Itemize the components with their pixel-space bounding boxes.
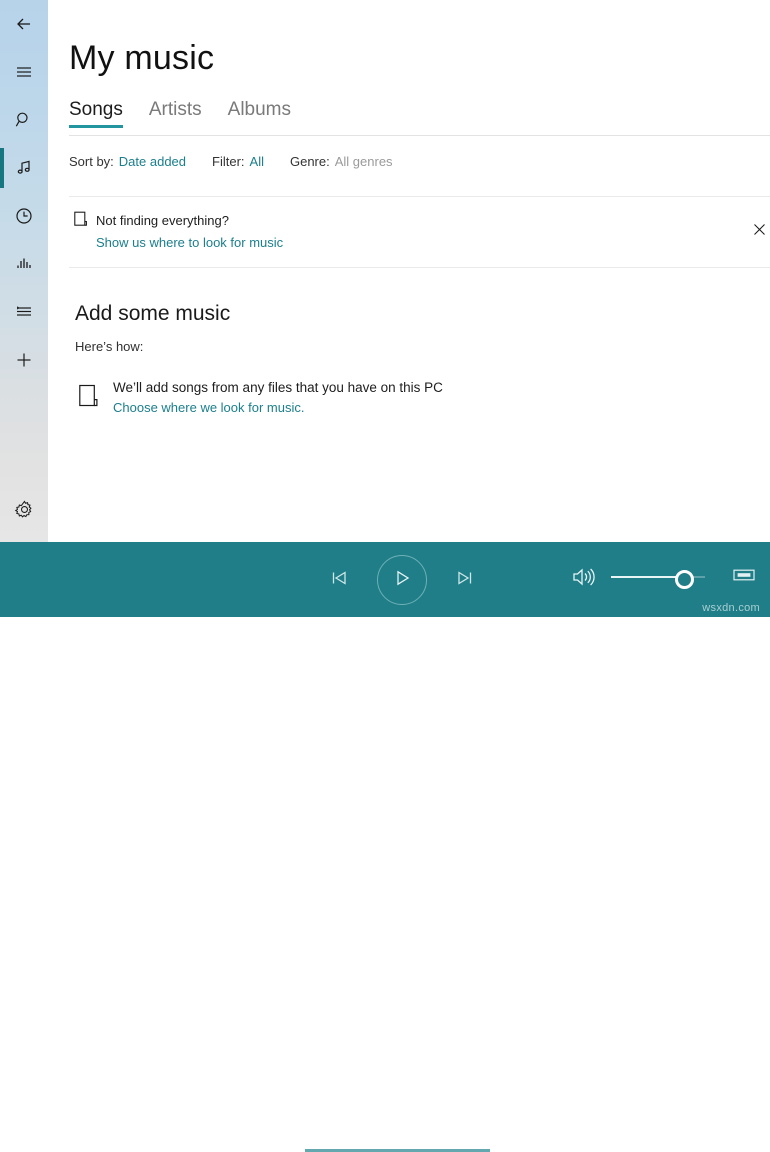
choose-folder-link[interactable]: Choose where we look for music. bbox=[113, 400, 304, 415]
not-finding-everything-banner: Not finding everything? Show us where to… bbox=[69, 206, 770, 264]
tab-albums[interactable]: Albums bbox=[228, 100, 291, 128]
previous-button[interactable] bbox=[328, 567, 350, 594]
tab-songs[interactable]: Songs bbox=[69, 100, 123, 128]
playlist-icon bbox=[14, 302, 34, 322]
plus-icon bbox=[14, 350, 34, 370]
sort-by-group: Sort by: Date added bbox=[69, 154, 186, 169]
page-title: My music bbox=[69, 41, 214, 75]
banner-divider-bottom bbox=[69, 267, 770, 268]
tab-artists[interactable]: Artists bbox=[149, 100, 202, 128]
previous-track-icon bbox=[328, 567, 350, 594]
sort-by-label: Sort by: bbox=[69, 154, 114, 169]
cast-device-button[interactable] bbox=[733, 567, 755, 588]
filter-bar: Sort by: Date added Filter: All Genre: A… bbox=[69, 154, 393, 169]
genre-value[interactable]: All genres bbox=[335, 154, 393, 169]
gear-icon bbox=[14, 499, 35, 520]
folder-icon bbox=[74, 211, 88, 232]
sidebar-item-new-playlist[interactable] bbox=[0, 336, 48, 384]
sidebar-item-playlists[interactable] bbox=[0, 288, 48, 336]
genre-group: Genre: All genres bbox=[290, 154, 393, 169]
player-bar: wsxdn.com bbox=[0, 542, 770, 617]
sidebar-item-recent[interactable] bbox=[0, 192, 48, 240]
folder-icon bbox=[79, 384, 99, 413]
filter-group: Filter: All bbox=[212, 154, 264, 169]
sidebar bbox=[0, 0, 48, 542]
banner-divider-top bbox=[69, 196, 770, 197]
empty-state-heading: Add some music bbox=[75, 302, 230, 326]
volume-slider-thumb[interactable] bbox=[675, 570, 694, 589]
transport-controls bbox=[328, 554, 476, 606]
sidebar-item-back[interactable] bbox=[0, 0, 48, 48]
genre-label: Genre: bbox=[290, 154, 330, 169]
watermark: wsxdn.com bbox=[702, 602, 760, 614]
empty-state-text: We’ll add songs from any files that you … bbox=[113, 380, 443, 395]
tab-bar: Songs Artists Albums bbox=[69, 100, 291, 128]
next-button[interactable] bbox=[454, 567, 476, 594]
sidebar-item-search[interactable] bbox=[0, 96, 48, 144]
speaker-icon[interactable] bbox=[572, 566, 596, 588]
banner-close-button[interactable] bbox=[749, 222, 769, 242]
clock-icon bbox=[14, 206, 34, 226]
sidebar-item-now-playing[interactable] bbox=[0, 240, 48, 288]
empty-state-howto-row: We’ll add songs from any files that you … bbox=[75, 378, 695, 426]
cast-device-icon bbox=[733, 567, 755, 588]
next-track-icon bbox=[454, 567, 476, 594]
filter-value[interactable]: All bbox=[250, 154, 264, 169]
hamburger-menu-icon bbox=[14, 62, 34, 82]
sidebar-item-my-music[interactable] bbox=[0, 144, 48, 192]
filter-label: Filter: bbox=[212, 154, 245, 169]
play-icon bbox=[392, 568, 412, 593]
tab-bar-divider bbox=[69, 135, 770, 136]
volume-controls bbox=[572, 559, 755, 595]
volume-track-filled bbox=[611, 576, 679, 578]
back-arrow-icon bbox=[14, 14, 34, 34]
empty-state-subheading: Here’s how: bbox=[75, 339, 143, 354]
sidebar-item-menu[interactable] bbox=[0, 48, 48, 96]
play-button[interactable] bbox=[377, 555, 427, 605]
music-note-icon bbox=[14, 158, 34, 178]
sort-by-value[interactable]: Date added bbox=[119, 154, 186, 169]
close-icon bbox=[753, 223, 766, 241]
volume-slider[interactable] bbox=[611, 570, 705, 584]
search-icon bbox=[14, 110, 34, 130]
main-content: My music Songs Artists Albums Sort by: D… bbox=[48, 0, 770, 542]
banner-link[interactable]: Show us where to look for music bbox=[96, 235, 283, 250]
music-app-window: My music Songs Artists Albums Sort by: D… bbox=[0, 0, 770, 617]
banner-title: Not finding everything? bbox=[96, 213, 229, 228]
sidebar-item-settings[interactable] bbox=[0, 485, 48, 533]
equalizer-icon bbox=[14, 254, 34, 274]
